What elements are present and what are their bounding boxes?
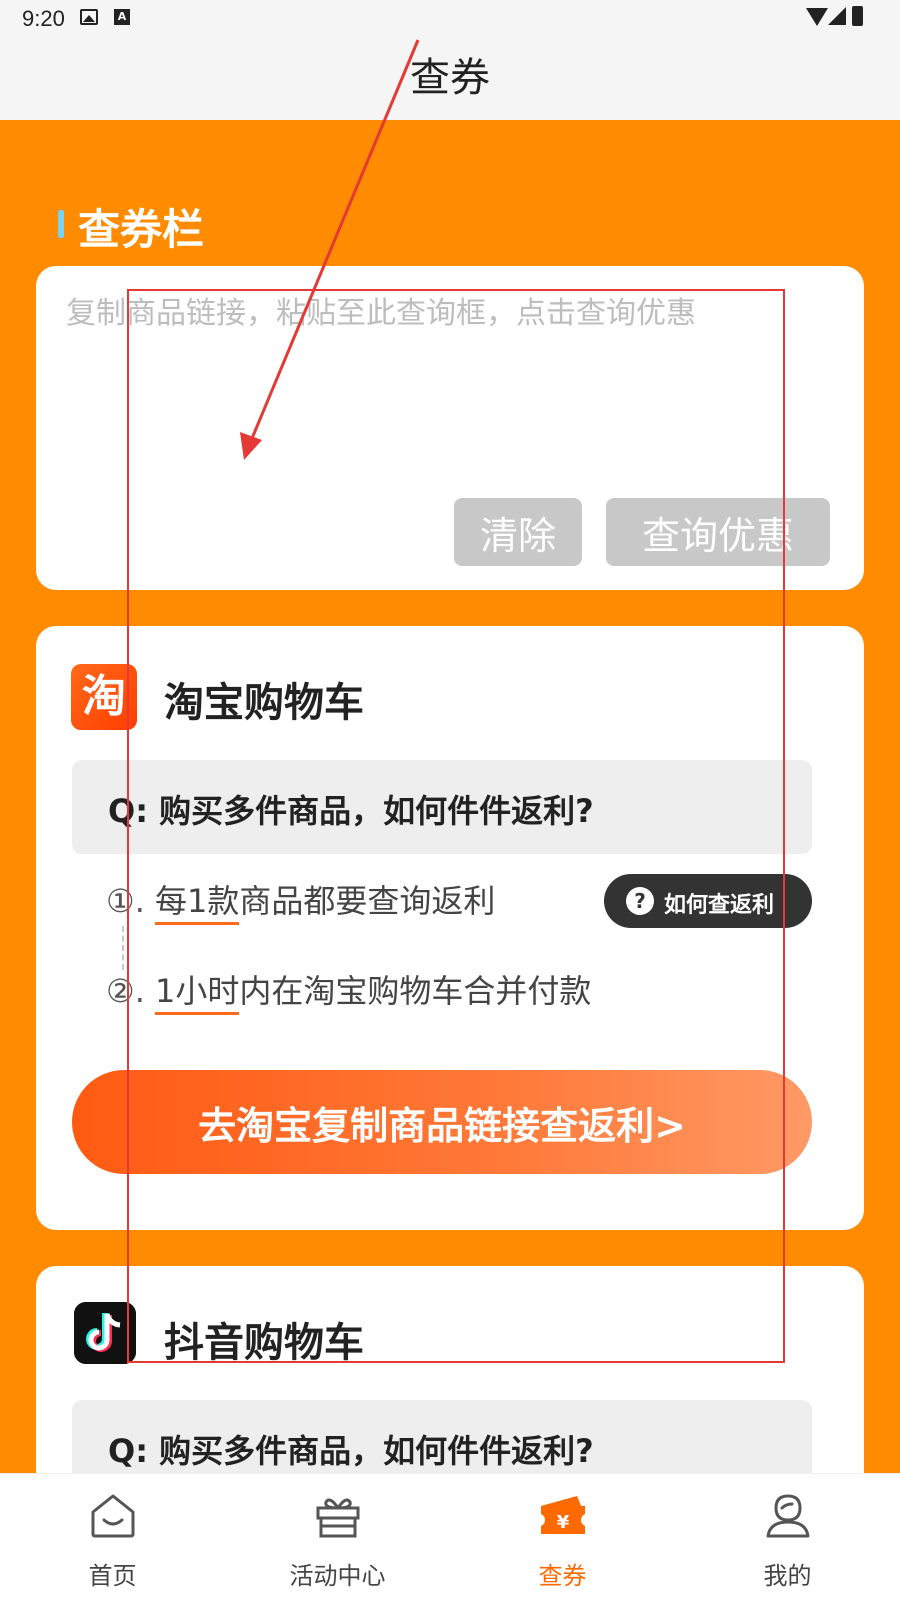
nav-label: 活动中心 xyxy=(289,1562,386,1590)
taobao-logo-icon: 淘 xyxy=(71,664,137,730)
gift-icon xyxy=(316,1498,360,1538)
image-icon xyxy=(80,9,98,25)
svg-text:¥: ¥ xyxy=(557,1512,570,1533)
nav-label: 查券 xyxy=(538,1562,587,1590)
go-taobao-button[interactable]: 去淘宝复制商品链接查返利> xyxy=(72,1070,812,1174)
step-text: 商品都要查询返利 xyxy=(239,882,496,920)
douyin-question-text: Q: 购买多件商品，如何件件返利? xyxy=(108,1432,594,1470)
douyin-cart-title: 抖音购物车 xyxy=(164,1320,364,1366)
nav-label: 我的 xyxy=(763,1562,812,1590)
nav-item-home[interactable]: 首页 xyxy=(0,1474,225,1600)
wifi-icon xyxy=(806,8,828,26)
step-connector xyxy=(122,926,124,970)
step-highlight: 每1款 xyxy=(155,882,240,925)
query-coupon-button[interactable]: 查询优惠 xyxy=(606,498,830,566)
step-text: 内在淘宝购物车合并付款 xyxy=(239,972,592,1010)
clear-button[interactable]: 清除 xyxy=(454,498,582,566)
question-mark-icon: ? xyxy=(626,887,654,915)
coupon-icon: ¥ xyxy=(541,1496,585,1534)
step-number: ②. xyxy=(106,972,145,1010)
nav-label: 首页 xyxy=(88,1562,137,1590)
a-icon: A xyxy=(114,9,130,25)
query-input[interactable] xyxy=(66,288,836,478)
nav-item-activity-center[interactable]: 活动中心 xyxy=(225,1474,450,1600)
status-time: 9:20 xyxy=(22,6,65,31)
step-highlight: 1小时 xyxy=(155,972,240,1015)
douyin-logo-icon xyxy=(74,1302,136,1364)
nav-item-mine[interactable]: 我的 xyxy=(675,1474,900,1600)
how-to-check-rebate-button[interactable]: ? 如何查返利 xyxy=(604,874,812,928)
taobao-question-text: Q: 购买多件商品，如何件件返利? xyxy=(108,792,594,830)
signal-icon xyxy=(828,7,846,25)
profile-icon xyxy=(766,1494,810,1538)
taobao-question-box: Q: 购买多件商品，如何件件返利? xyxy=(72,760,812,854)
battery-icon xyxy=(852,6,863,26)
title-bar: 查券 xyxy=(0,36,900,120)
status-bar: 9:20 A xyxy=(0,0,900,36)
section-accent-bar xyxy=(58,210,64,238)
bottom-nav: 首页 活动中心 ¥ 查券 我的 xyxy=(0,1473,900,1600)
help-label: 如何查返利 xyxy=(664,893,775,918)
taobao-step-2: ②. 1小时内在淘宝购物车合并付款 xyxy=(106,966,592,1015)
taobao-cart-title: 淘宝购物车 xyxy=(164,680,364,726)
page-title: 查券 xyxy=(410,55,490,101)
taobao-step-1: ①. 每1款商品都要查询返利 xyxy=(106,876,496,925)
step-number: ①. xyxy=(106,882,145,920)
section-title: 查券栏 xyxy=(78,205,205,254)
home-icon xyxy=(91,1494,135,1538)
query-card: 清除 查询优惠 xyxy=(36,266,864,590)
taobao-cart-card: 淘 淘宝购物车 Q: 购买多件商品，如何件件返利? ①. 每1款商品都要查询返利… xyxy=(36,626,864,1230)
nav-item-coupon[interactable]: ¥ 查券 xyxy=(450,1474,675,1600)
